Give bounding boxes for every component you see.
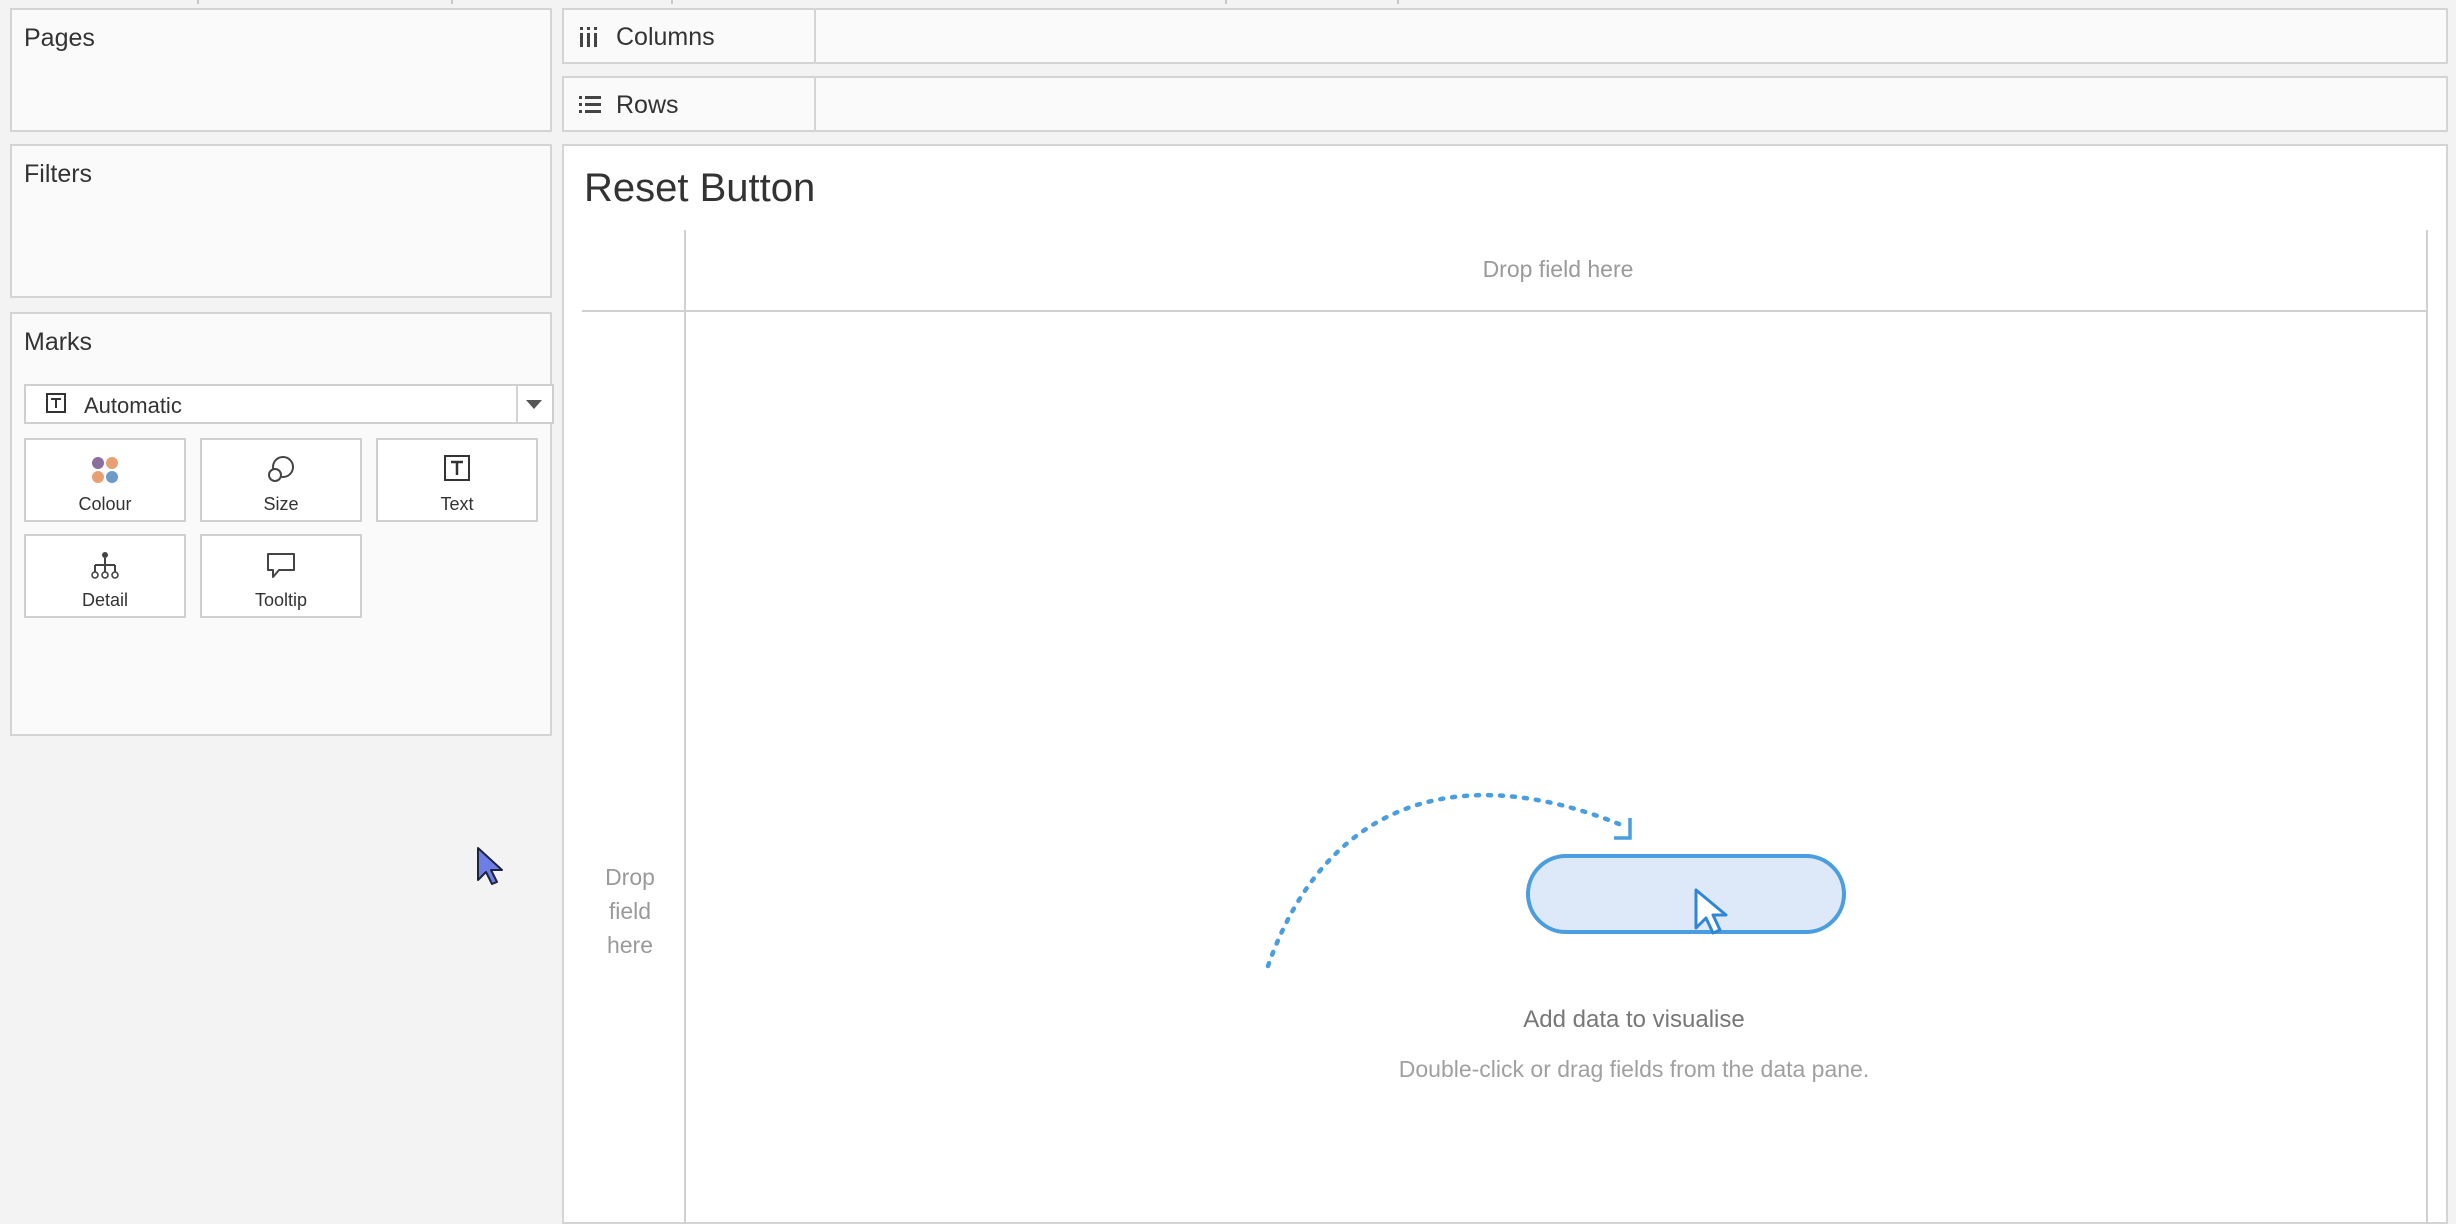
row-header-divider [684,230,686,1224]
sheet-title[interactable]: Reset Button [584,166,815,211]
colour-button[interactable]: Colour [24,438,186,522]
detail-hierarchy-icon [91,552,119,579]
worksheet-canvas[interactable]: Reset Button Drop field here Drop field he… [562,144,2448,1224]
colour-label: Colour [78,494,132,514]
mark-type-dropdown[interactable]: Automatic [24,384,554,424]
dropdown-separator [516,386,518,422]
pages-title: Pages [24,24,95,52]
rows-label: Rows [616,91,679,119]
text-label: Text [440,494,474,514]
text-mark-icon [46,393,66,413]
columns-shelf[interactable]: Columns [562,8,2448,64]
columns-label: Columns [616,23,715,51]
tooltip-label: Tooltip [254,590,308,610]
rows-shelf[interactable]: Rows [562,76,2448,132]
right-border-line [2426,230,2428,1224]
drop-field-rows[interactable]: Drop field here [576,860,684,962]
marks-card: Marks Automatic Colour Size Text Detail … [10,312,554,736]
tooltip-button[interactable]: Tooltip [200,534,362,618]
speech-bubble-icon [267,553,295,578]
drag-field-illustration-icon [1265,792,1846,969]
detail-button[interactable]: Detail [24,534,186,618]
size-button[interactable]: Size [200,438,362,522]
shelf-separator [814,78,816,130]
colour-dots-icon [92,457,118,483]
filters-card[interactable]: Filters [10,144,552,298]
drop-field-columns[interactable]: Drop field here [686,256,2430,283]
detail-label: Detail [81,590,129,610]
text-t-icon [444,455,470,481]
empty-state-title: Add data to visualise [1523,1006,1745,1033]
top-tab-ticks [197,0,1399,4]
size-circles-icon [268,456,294,482]
text-button[interactable]: Text [376,438,538,522]
pages-card[interactable]: Pages [10,8,552,132]
marks-title: Marks [24,328,93,356]
size-label: Size [263,494,299,514]
empty-state-subtitle: Double-click or drag fields from the dat… [1398,1056,1870,1082]
chevron-down-icon[interactable] [526,400,542,409]
mouse-cursor-icon [477,847,503,885]
shelf-separator [814,10,816,62]
rows-icon [579,96,601,113]
filters-title: Filters [24,160,93,188]
columns-icon [580,27,597,47]
column-header-divider [582,310,2428,312]
mark-type-label: Automatic [84,393,182,418]
